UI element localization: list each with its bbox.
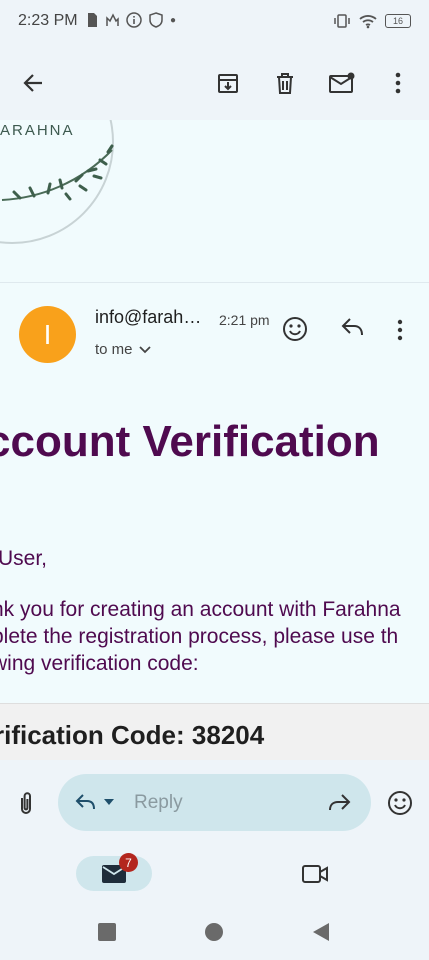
email-heading: ccount Verification <box>0 417 380 466</box>
paperclip-icon <box>21 792 31 814</box>
avatar[interactable]: I <box>19 306 76 363</box>
recipient-label: to me <box>95 341 133 358</box>
vibrate-icon <box>334 14 350 28</box>
sent-time: 2:21 pm <box>219 312 270 328</box>
reply-button[interactable] <box>340 316 368 344</box>
more-vert-icon <box>397 319 403 341</box>
status-time: 2:23 PM <box>18 12 78 29</box>
system-nav-bar <box>0 906 429 960</box>
recipient-toggle[interactable]: to me <box>95 341 151 358</box>
body-line: plete the registration process, please u… <box>0 625 399 648</box>
wifi-icon <box>359 15 377 29</box>
reply-icon <box>75 794 95 810</box>
add-reaction-button[interactable] <box>282 316 310 344</box>
emoji-icon <box>388 791 412 815</box>
leaf-branch-icon <box>1 144 114 201</box>
reply-mode-selector[interactable] <box>74 792 114 812</box>
status-icons-left: ● <box>86 12 176 28</box>
reply-input[interactable]: Reply <box>58 774 371 831</box>
body-line: wing verification code: <box>0 652 199 675</box>
network-icon <box>106 13 119 26</box>
email-content: ARAHNA I info@farah… 2:21 pm to me ccoun… <box>0 120 429 760</box>
more-vert-icon <box>395 72 401 94</box>
archive-button[interactable] <box>208 63 248 103</box>
bottom-nav: 7 <box>0 846 429 906</box>
caret-down-icon <box>104 799 114 805</box>
nav-mail[interactable] <box>76 856 152 891</box>
recents-button[interactable] <box>98 923 116 941</box>
sender-name[interactable]: info@farah… <box>95 307 201 328</box>
status-icons-right: 16 <box>333 13 411 29</box>
reply-bar: Reply <box>0 760 429 846</box>
greeting: User, <box>0 547 48 570</box>
battery-level: 16 <box>392 16 403 26</box>
chevron-down-icon <box>138 345 151 353</box>
dot-icon: ● <box>170 14 177 26</box>
archive-icon <box>218 74 238 93</box>
reply-placeholder: Reply <box>134 792 183 813</box>
reply-icon <box>341 318 363 336</box>
body-line: nk you for creating an account with Fara… <box>0 598 401 621</box>
status-bar: 2:23 PM ● 16 <box>0 0 429 46</box>
emoji-button[interactable] <box>387 790 413 816</box>
attach-button[interactable] <box>16 790 40 816</box>
delete-button[interactable] <box>265 63 305 103</box>
forward-icon <box>329 794 351 811</box>
trash-icon <box>277 73 293 94</box>
mail-badge: 7 <box>119 853 138 872</box>
message-more-button[interactable] <box>397 319 407 343</box>
sim-icon <box>88 13 97 27</box>
info-icon <box>126 12 142 28</box>
email-body: nk you for creating an account with Fara… <box>0 596 401 677</box>
emoji-icon <box>283 317 307 341</box>
verification-code: rification Code: 38204 <box>0 720 265 750</box>
mark-unread-button[interactable] <box>322 63 362 103</box>
sender-row: I info@farah… 2:21 pm to me <box>0 283 429 383</box>
battery-icon: 16 <box>385 14 411 28</box>
forward-button[interactable] <box>328 792 354 814</box>
back-button[interactable] <box>13 63 53 103</box>
shield-icon <box>149 12 163 28</box>
logo-text: ARAHNA <box>0 122 75 139</box>
nav-meet[interactable] <box>302 864 328 886</box>
home-button[interactable] <box>205 923 223 941</box>
video-icon <box>302 865 328 883</box>
email-banner: ARAHNA <box>0 120 429 283</box>
back-nav-button[interactable] <box>312 922 330 942</box>
arrow-left-icon <box>23 74 42 92</box>
mail-unread-icon <box>329 72 355 93</box>
more-options-button[interactable] <box>378 63 418 103</box>
top-toolbar <box>0 46 429 120</box>
